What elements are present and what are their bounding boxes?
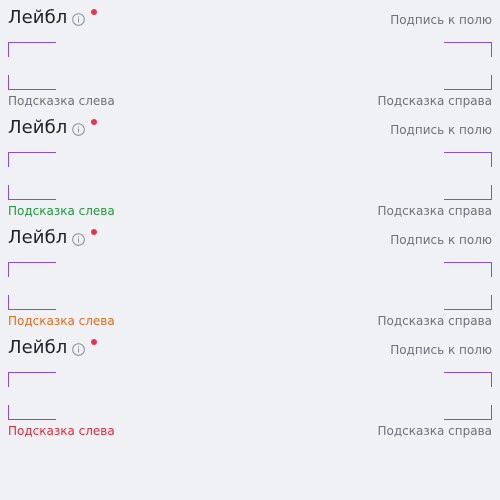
required-indicator <box>91 9 98 15</box>
field-label-row: Лейбл <box>8 226 98 250</box>
text-input-container[interactable] <box>8 152 492 200</box>
field-label: Лейбл <box>8 227 68 248</box>
hint-right: Подсказка справа <box>377 94 493 108</box>
info-icon[interactable] <box>72 232 86 246</box>
text-input[interactable] <box>16 160 488 194</box>
text-field-warning: Лейбл Подпись к полю Подсказка слева Под… <box>0 220 500 330</box>
field-label: Лейбл <box>8 117 68 138</box>
text-input[interactable] <box>16 380 488 414</box>
required-indicator <box>91 119 98 125</box>
field-label: Лейбл <box>8 337 68 358</box>
info-icon[interactable] <box>72 342 86 356</box>
field-label: Лейбл <box>8 7 68 28</box>
text-input-container[interactable] <box>8 42 492 90</box>
hint-right: Подсказка справа <box>377 204 493 218</box>
text-input[interactable] <box>16 270 488 304</box>
field-caption: Подпись к полю <box>390 123 492 137</box>
text-input-container[interactable] <box>8 372 492 420</box>
text-field-default: Лейбл Подпись к полю Подсказка слева Под… <box>0 0 500 110</box>
hint-left: Подсказка слева <box>8 204 115 218</box>
hint-right: Подсказка справа <box>377 314 493 328</box>
hint-left: Подсказка слева <box>8 94 115 108</box>
text-input[interactable] <box>16 50 488 84</box>
field-label-row: Лейбл <box>8 116 98 140</box>
field-caption: Подпись к полю <box>390 13 492 27</box>
required-indicator <box>91 339 98 345</box>
required-indicator <box>91 229 98 235</box>
hint-left: Подсказка слева <box>8 314 115 328</box>
text-field-error: Лейбл Подпись к полю Подсказка слева Под… <box>0 330 500 440</box>
info-icon[interactable] <box>72 12 86 26</box>
text-input-container[interactable] <box>8 262 492 310</box>
hint-right: Подсказка справа <box>377 424 493 438</box>
hint-left: Подсказка слева <box>8 424 115 438</box>
info-icon[interactable] <box>72 122 86 136</box>
field-caption: Подпись к полю <box>390 343 492 357</box>
field-caption: Подпись к полю <box>390 233 492 247</box>
text-field-success: Лейбл Подпись к полю Подсказка слева Под… <box>0 110 500 220</box>
field-label-row: Лейбл <box>8 6 98 30</box>
field-label-row: Лейбл <box>8 336 98 360</box>
